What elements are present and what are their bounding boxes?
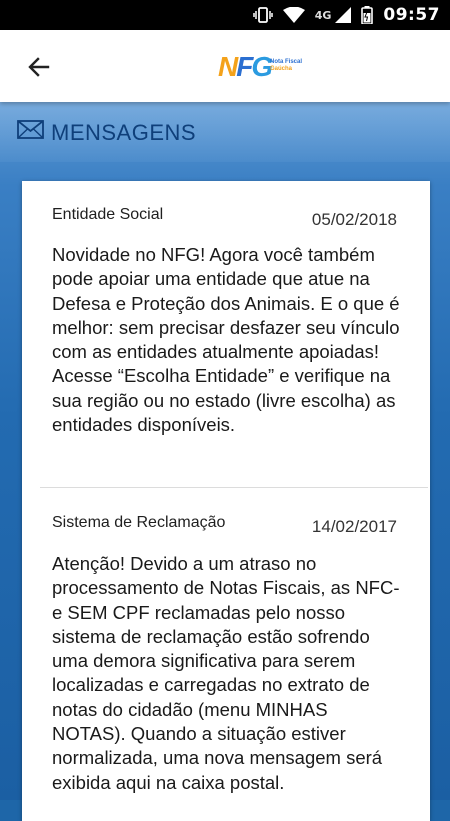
- message-date: 05/02/2018: [311, 210, 397, 229]
- battery-icon: [361, 6, 374, 24]
- message-subject: Entidade Social: [52, 206, 164, 223]
- clock-time: 09:57: [383, 5, 440, 25]
- logo-mark: NFG: [218, 51, 273, 82]
- mail-icon: [17, 118, 45, 145]
- arrow-back-icon: [28, 57, 50, 77]
- vibrate-icon: [252, 7, 273, 23]
- app-bar: NFG Nota Fiscal Gaúcha: [0, 30, 450, 102]
- signal-icon: [335, 7, 352, 23]
- logo-caption-line1: Nota Fiscal: [270, 59, 303, 65]
- message-divider: [40, 487, 428, 488]
- message-date: 14/02/2017: [311, 517, 397, 536]
- logo-caption: Nota Fiscal Gaúcha: [270, 59, 302, 73]
- section-header: MENSAGENS: [0, 102, 450, 162]
- message-body: Atenção! Devido a um atraso no processam…: [52, 553, 400, 793]
- message-subject: Sistema de Reclamação: [52, 514, 226, 531]
- logo-caption-line2: Gaúcha: [270, 66, 293, 72]
- app-logo: NFG Nota Fiscal Gaúcha: [218, 52, 314, 84]
- network-type-label: 4G: [314, 8, 332, 22]
- status-bar: 4G 09:57: [0, 0, 450, 30]
- wifi-icon: [282, 7, 305, 23]
- message-body: Novidade no NFG! Agora você também pode …: [52, 244, 400, 436]
- back-button[interactable]: [18, 46, 60, 88]
- section-title: MENSAGENS: [51, 120, 197, 145]
- messages-list[interactable]: Entidade Social 05/02/2018 Novidade no N…: [22, 181, 430, 821]
